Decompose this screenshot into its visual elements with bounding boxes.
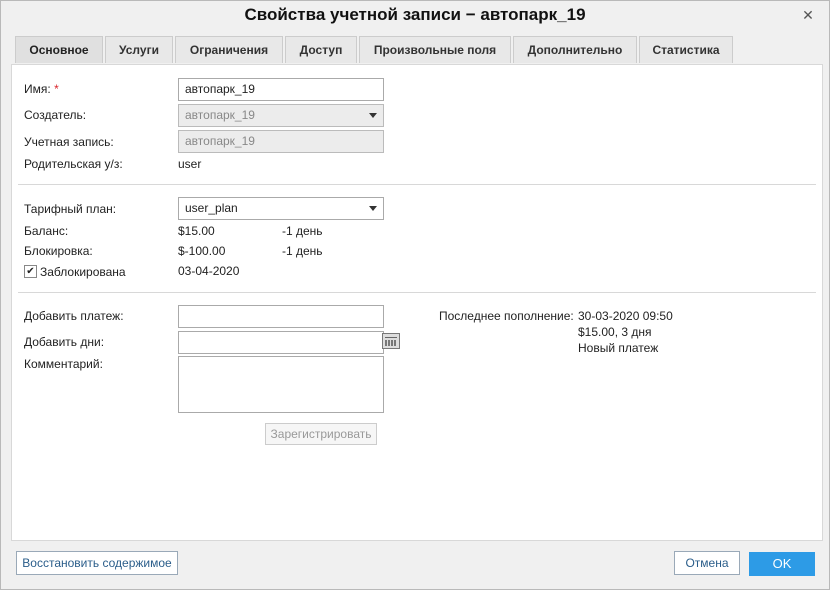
tab-additional[interactable]: Дополнительно xyxy=(513,36,637,63)
last-topup-amount: $15.00, 3 дня xyxy=(578,325,652,339)
tab-access[interactable]: Доступ xyxy=(285,36,357,63)
tab-general[interactable]: Основное xyxy=(15,36,103,63)
chevron-down-icon xyxy=(369,113,377,118)
comment-label: Комментарий: xyxy=(24,357,103,371)
comment-textarea[interactable] xyxy=(178,356,384,413)
cancel-button[interactable]: Отмена xyxy=(674,551,740,575)
close-icon[interactable]: ✕ xyxy=(801,8,815,22)
tab-limits[interactable]: Ограничения xyxy=(175,36,283,63)
ok-button[interactable]: OK xyxy=(749,552,815,576)
title-bar: Свойства учетной записи − автопарк_19 ✕ xyxy=(1,1,829,31)
last-topup-label: Последнее пополнение: xyxy=(439,309,574,323)
balance-label: Баланс: xyxy=(24,224,69,238)
creator-value: автопарк_19 xyxy=(185,108,255,122)
blocked-date: 03-04-2020 xyxy=(178,264,240,278)
divider xyxy=(18,292,816,293)
tab-services[interactable]: Услуги xyxy=(105,36,173,63)
account-properties-dialog: Свойства учетной записи − автопарк_19 ✕ … xyxy=(0,0,830,590)
tariff-label: Тарифный план: xyxy=(24,202,117,216)
last-topup-note: Новый платеж xyxy=(578,341,659,355)
dialog-title: Свойства учетной записи − автопарк_19 xyxy=(244,5,586,24)
account-label: Учетная запись: xyxy=(24,135,114,149)
add-days-input[interactable] xyxy=(178,331,384,354)
tab-custom-fields[interactable]: Произвольные поля xyxy=(359,36,511,63)
add-days-label: Добавить дни: xyxy=(24,335,105,349)
creator-label: Создатель: xyxy=(24,108,87,122)
balance-days: -1 день xyxy=(282,224,323,238)
required-marker: * xyxy=(54,82,59,96)
tariff-select[interactable]: user_plan xyxy=(178,197,384,220)
restore-button[interactable]: Восстановить содержимое xyxy=(16,551,178,575)
name-input[interactable]: автопарк_19 xyxy=(178,78,384,101)
tariff-value: user_plan xyxy=(185,201,238,215)
name-label: Имя: * xyxy=(24,82,59,96)
block-days: -1 день xyxy=(282,244,323,258)
block-label: Блокировка: xyxy=(24,244,93,258)
general-panel: Имя: * автопарк_19 Создатель: автопарк_1… xyxy=(11,64,823,541)
last-topup-date: 30-03-2020 09:50 xyxy=(578,309,673,323)
blocked-checkbox[interactable]: ✔ xyxy=(24,265,37,278)
chevron-down-icon xyxy=(369,206,377,211)
block-value: $-100.00 xyxy=(178,244,226,258)
creator-select: автопарк_19 xyxy=(178,104,384,127)
account-input: автопарк_19 xyxy=(178,130,384,153)
tab-statistics[interactable]: Статистика xyxy=(639,36,733,63)
register-button[interactable]: Зарегистрировать xyxy=(265,423,377,445)
balance-value: $15.00 xyxy=(178,224,215,238)
add-payment-input[interactable] xyxy=(178,305,384,328)
parent-value: user xyxy=(178,157,202,171)
calendar-icon[interactable] xyxy=(382,333,400,349)
divider xyxy=(18,184,816,185)
add-payment-label: Добавить платеж: xyxy=(24,309,124,323)
blocked-label: Заблокирована xyxy=(40,265,126,279)
parent-label: Родительская у/з: xyxy=(24,157,123,171)
